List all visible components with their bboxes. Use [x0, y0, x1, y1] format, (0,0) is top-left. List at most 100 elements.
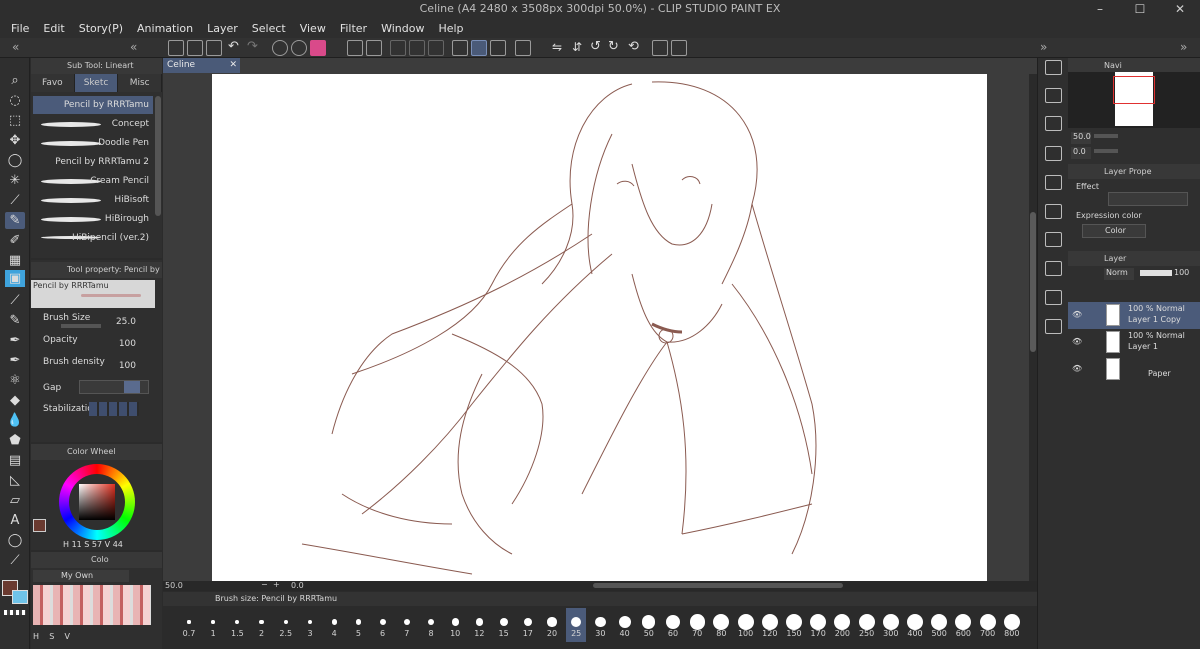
layer-row[interactable]: 👁 100 % Normal Layer 1 — [1068, 329, 1200, 356]
saturation-value-square[interactable] — [79, 484, 115, 520]
eyedropper-icon[interactable]: ⟋ — [5, 192, 25, 209]
brush-size-value[interactable]: 25.0 — [116, 317, 136, 327]
lasso-fill-icon[interactable] — [291, 40, 307, 56]
ruler-3-icon[interactable] — [428, 40, 444, 56]
zoom-in-icon[interactable]: + — [273, 580, 280, 589]
vertical-scrollbar[interactable] — [1029, 74, 1037, 581]
color-set-dropdown[interactable]: My Own — [33, 570, 129, 582]
snap-grid-icon[interactable] — [490, 40, 506, 56]
operation-tool-icon[interactable]: ⬚ — [5, 112, 25, 129]
navigator-angle-value[interactable]: 0.0 — [1071, 147, 1091, 159]
brush-item[interactable]: Cream Pencil — [33, 172, 153, 190]
text-tool-icon[interactable]: A — [5, 512, 25, 529]
expression-color-dropdown[interactable]: Color — [1082, 224, 1146, 238]
navigator-zoom-slider[interactable] — [1094, 134, 1118, 138]
menu-view[interactable]: View — [293, 22, 333, 35]
brush-item[interactable]: Concept — [33, 115, 153, 133]
zoom-out-icon[interactable]: − — [261, 580, 268, 589]
collapse-right-icon-2[interactable]: » — [1180, 40, 1187, 54]
rotate-left-icon[interactable]: ↺ — [590, 39, 601, 54]
tab-favorites[interactable]: Favo — [31, 74, 75, 92]
lasso-tool-icon[interactable]: ◯ — [5, 152, 25, 169]
star-panel-icon[interactable] — [1045, 290, 1062, 305]
sub-tool-scrollbar[interactable] — [155, 96, 161, 216]
main-color-chip[interactable] — [33, 519, 46, 532]
effect-buttons[interactable] — [1108, 192, 1188, 206]
brush-item[interactable]: Pencil by RRRTamu — [33, 96, 153, 114]
figure-tool-icon[interactable]: ◺ — [5, 472, 25, 489]
snap-special-icon[interactable] — [471, 40, 487, 56]
balloon-tool-icon[interactable]: ◯ — [5, 532, 25, 549]
companion-mode-icon[interactable] — [652, 40, 668, 56]
menu-window[interactable]: Window — [374, 22, 431, 35]
layer-opacity-slider[interactable] — [1140, 270, 1172, 276]
menu-layer[interactable]: Layer — [200, 22, 245, 35]
brush-item[interactable]: HiBipencil (ver.2) — [33, 229, 153, 247]
decoration-tool-icon[interactable]: ⟋ — [5, 292, 25, 309]
panel-icon[interactable] — [1045, 261, 1062, 276]
left-hand-mode-icon[interactable] — [671, 40, 687, 56]
sub-color-swatch[interactable] — [12, 590, 28, 604]
zoom-tool-icon[interactable]: ⌕ — [5, 72, 25, 89]
frame-tool-icon[interactable]: ▱ — [5, 492, 25, 509]
ink-tool-icon[interactable]: ✒ — [5, 352, 25, 369]
menu-select[interactable]: Select — [245, 22, 293, 35]
menu-filter[interactable]: Filter — [333, 22, 374, 35]
snap-options-icon[interactable] — [515, 40, 531, 56]
panel-icon[interactable] — [1045, 88, 1062, 103]
menu-animation[interactable]: Animation — [130, 22, 200, 35]
panel-icon[interactable] — [1045, 319, 1062, 334]
reset-rotation-icon[interactable]: ⟲ — [628, 39, 639, 54]
pen-2-icon[interactable]: ✒ — [5, 332, 25, 349]
rotate-right-icon[interactable]: ↻ — [608, 39, 619, 54]
panel-icon[interactable] — [1045, 204, 1062, 219]
pencil-2-icon[interactable]: ✎ — [5, 312, 25, 329]
eye-icon[interactable]: 👁 — [1072, 364, 1082, 373]
menu-story[interactable]: Story(P) — [72, 22, 130, 35]
canvas-zoom-value[interactable]: 50.0 — [165, 581, 183, 590]
flip-vertical-icon[interactable]: ⇵ — [572, 40, 582, 54]
collapse-left-icon[interactable]: « — [12, 40, 19, 54]
panel-icon[interactable] — [1045, 116, 1062, 131]
layer-opacity-value[interactable]: 100 — [1174, 268, 1189, 277]
eraser-tool-icon[interactable]: ◆ — [5, 392, 25, 409]
pencil-tool-icon[interactable]: ✐ — [5, 232, 25, 249]
decoration-2-icon[interactable]: ⚛ — [5, 372, 25, 389]
color-swatch-grid[interactable] — [33, 585, 151, 625]
panel-icon[interactable] — [1045, 146, 1062, 161]
selection-tool-icon[interactable]: ◌ — [5, 92, 25, 109]
flip-horizontal-icon[interactable]: ⇋ — [552, 40, 562, 54]
menu-file[interactable]: File — [4, 22, 36, 35]
brush-item[interactable]: HiBisoft — [33, 191, 153, 209]
transform-icon[interactable] — [347, 40, 363, 56]
snap-ruler-icon[interactable] — [452, 40, 468, 56]
fill-tool-icon[interactable]: ⬟ — [5, 432, 25, 449]
pen-tool-icon[interactable]: ✎ — [5, 212, 25, 229]
transparent-color-icon[interactable] — [4, 610, 26, 615]
minimize-button[interactable]: – — [1080, 0, 1120, 18]
panel-icon[interactable] — [1045, 175, 1062, 190]
canvas-angle-value[interactable]: 0.0 — [291, 581, 304, 590]
brush-tool-icon[interactable]: ▦ — [5, 252, 25, 269]
close-tab-icon[interactable]: ✕ — [229, 58, 237, 73]
navigator-angle-slider[interactable] — [1094, 149, 1118, 153]
stabilization-slider[interactable] — [89, 402, 139, 416]
brush-item[interactable]: Doodle Pen — [33, 134, 153, 152]
panel-icon[interactable] — [1045, 232, 1062, 247]
brush-item[interactable]: Pencil by RRRTamu 2 — [33, 153, 153, 171]
undo-icon[interactable]: ↶ — [228, 39, 239, 54]
maximize-button[interactable]: ☐ — [1120, 0, 1160, 18]
brush-size-slider[interactable] — [61, 324, 101, 328]
redo-icon[interactable]: ↷ — [247, 39, 258, 54]
drawing-canvas[interactable] — [212, 74, 987, 581]
layer-row[interactable]: 👁 Paper — [1068, 356, 1200, 383]
color-mixing-icon[interactable] — [310, 40, 326, 56]
brush-density-value[interactable]: 100 — [119, 361, 136, 371]
layer-row[interactable]: 👁 100 % Normal Layer 1 Copy — [1068, 302, 1200, 329]
crop-icon[interactable] — [366, 40, 382, 56]
new-file-icon[interactable] — [168, 40, 184, 56]
tab-document[interactable]: Celine ✕ — [163, 58, 240, 73]
move-layer-tool-icon[interactable]: ✥ — [5, 132, 25, 149]
collapse-left-icon-2[interactable]: « — [130, 40, 137, 54]
collapse-right-icon[interactable]: » — [1040, 40, 1047, 54]
